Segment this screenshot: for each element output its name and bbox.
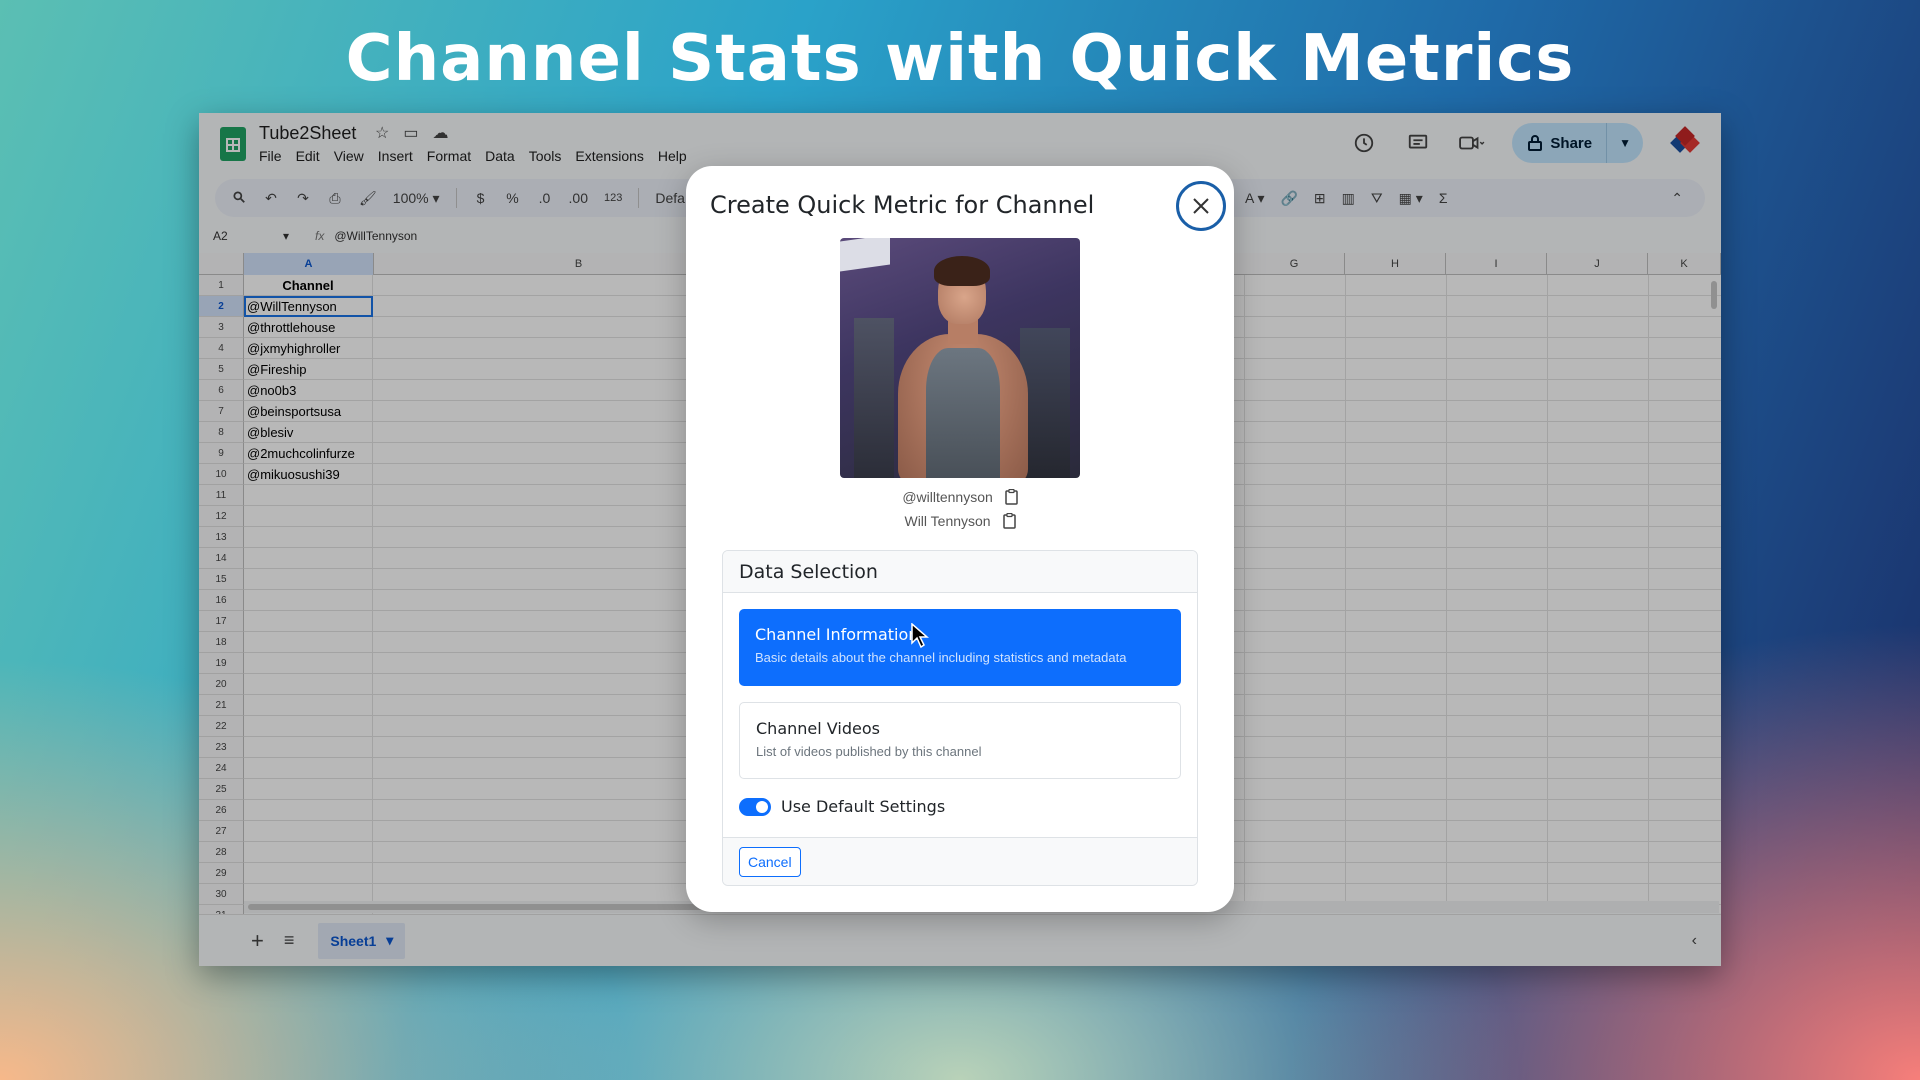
option-description: List of videos published by this channel: [756, 744, 982, 759]
banner-title: Channel Stats with Quick Metrics: [345, 22, 1575, 96]
option-title: Channel Information: [755, 625, 919, 644]
toggle-label: Use Default Settings: [781, 797, 946, 816]
mouse-pointer-icon: [911, 623, 929, 649]
option-channel-information[interactable]: Channel Information Basic details about …: [739, 609, 1181, 686]
clipboard-icon[interactable]: [1002, 512, 1016, 532]
option-title: Channel Videos: [756, 719, 880, 738]
option-channel-videos[interactable]: Channel Videos List of videos published …: [739, 702, 1181, 779]
channel-name-row: Will Tennyson: [686, 512, 1234, 532]
default-settings-row: Use Default Settings: [739, 797, 945, 816]
option-description: Basic details about the channel includin…: [755, 650, 1127, 665]
modal-title: Create Quick Metric for Channel: [710, 191, 1095, 219]
card-footer: Cancel: [723, 837, 1197, 885]
cancel-button[interactable]: Cancel: [739, 847, 801, 877]
clipboard-icon[interactable]: [1004, 488, 1018, 508]
channel-handle: @willtennyson: [902, 489, 993, 505]
channel-avatar: [840, 238, 1080, 478]
data-selection-title: Data Selection: [723, 551, 1197, 593]
channel-handle-row: @willtennyson: [686, 488, 1234, 508]
default-settings-toggle[interactable]: [739, 797, 771, 816]
close-icon: [1193, 198, 1209, 214]
quick-metric-modal: Create Quick Metric for Channel @willten…: [686, 166, 1234, 912]
data-selection-card: Data Selection Channel Information Basic…: [722, 550, 1198, 886]
close-button[interactable]: [1176, 181, 1226, 231]
channel-name: Will Tennyson: [904, 513, 991, 529]
